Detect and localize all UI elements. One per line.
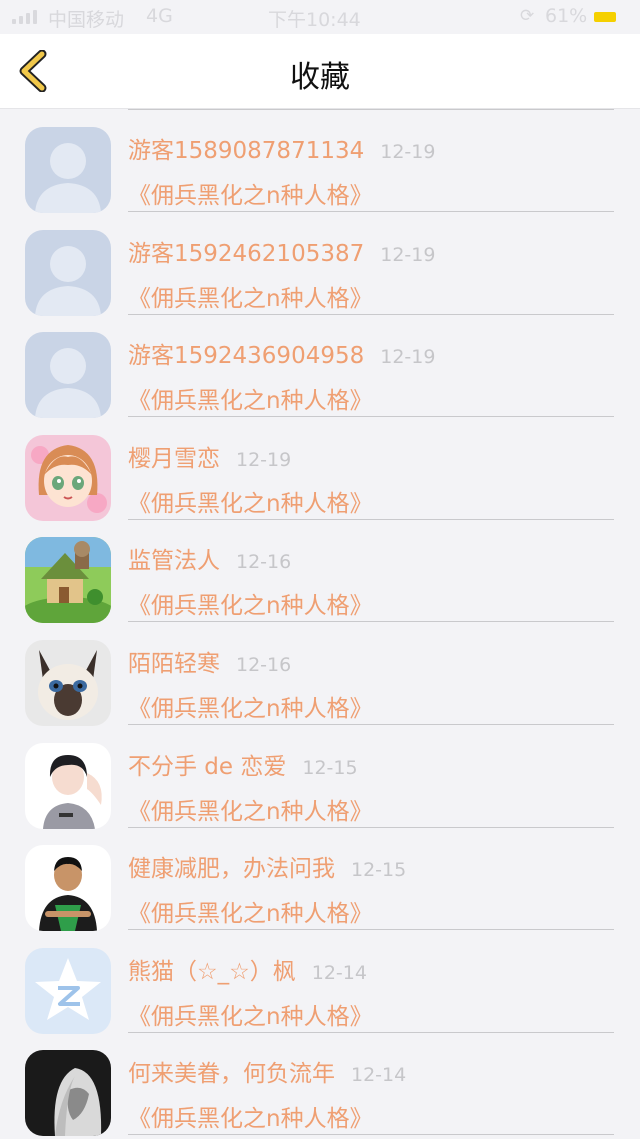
list-item[interactable]: 陌陌轻寒 12-16 《佣兵黑化之n种人格》 xyxy=(0,622,640,726)
book-title[interactable]: 《佣兵黑化之n种人格》 xyxy=(128,279,373,313)
list-item[interactable]: 游客1589087871134 12-19 《佣兵黑化之n种人格》 xyxy=(0,109,640,213)
book-title[interactable]: 《佣兵黑化之n种人格》 xyxy=(128,792,373,826)
battery-percent: 61% xyxy=(545,5,588,27)
favorite-date: 12-16 xyxy=(236,551,292,574)
list-item[interactable]: 樱月雪恋 12-19 《佣兵黑化之n种人格》 xyxy=(0,417,640,521)
page-title: 收藏 xyxy=(290,60,350,95)
status-time: 下午10:44 xyxy=(268,9,361,31)
user-name[interactable]: 樱月雪恋 xyxy=(128,446,220,472)
favorite-date: 12-16 xyxy=(236,654,292,676)
user-name[interactable]: 游客1592436904958 xyxy=(128,343,364,369)
divider xyxy=(128,1134,614,1136)
favorite-date: 12-19 xyxy=(236,448,292,471)
favorite-date: 12-15 xyxy=(302,756,358,779)
favorites-list: 游客1589087871134 12-19 《佣兵黑化之n种人格》 游客15924… xyxy=(0,109,640,1139)
favorite-date: 12-14 xyxy=(351,1064,407,1087)
avatar[interactable] xyxy=(25,640,111,726)
list-item[interactable]: 监管法人 12-16 《佣兵黑化之n种人格》 xyxy=(0,519,640,624)
signal-icon xyxy=(12,10,37,24)
favorite-date: 12-19 xyxy=(380,141,436,163)
book-title[interactable]: 《佣兵黑化之n种人格》 xyxy=(128,689,373,723)
avatar[interactable] xyxy=(25,845,111,932)
avatar[interactable] xyxy=(25,332,111,419)
user-name[interactable]: 健康减肥，办法问我 xyxy=(128,856,335,882)
nav-bar: 收藏 xyxy=(0,34,640,109)
network-type: 4G xyxy=(146,5,173,27)
avatar[interactable] xyxy=(25,127,111,213)
avatar[interactable] xyxy=(25,434,111,521)
book-title[interactable]: 《佣兵黑化之n种人格》 xyxy=(128,997,373,1031)
book-title[interactable]: 《佣兵黑化之n种人格》 xyxy=(128,484,373,518)
book-title[interactable]: 《佣兵黑化之n种人格》 xyxy=(128,381,373,415)
avatar[interactable] xyxy=(25,742,111,829)
status-bar: 中国移动 4G 下午10:44 ⟳ 61% xyxy=(0,0,640,34)
favorite-date: 12-19 xyxy=(380,346,436,369)
list-item[interactable]: 健康减肥，办法问我 12-15 《佣兵黑化之n种人格》 xyxy=(0,827,640,932)
favorite-date: 12-19 xyxy=(380,243,436,266)
book-title[interactable]: 《佣兵黑化之n种人格》 xyxy=(128,586,373,620)
book-title[interactable]: 《佣兵黑化之n种人格》 xyxy=(128,894,373,928)
rotation-lock-icon: ⟳ xyxy=(520,6,535,26)
avatar[interactable] xyxy=(25,229,111,316)
list-item[interactable]: 不分手 de 恋爱 12-15 《佣兵黑化之n种人格》 xyxy=(0,725,640,829)
user-name[interactable]: 游客1592462105387 xyxy=(128,241,364,267)
list-item[interactable]: 熊猫（☆_☆）枫 12-14 《佣兵黑化之n种人格》 xyxy=(0,930,640,1034)
list-item[interactable]: 游客1592462105387 12-19 《佣兵黑化之n种人格》 xyxy=(0,212,640,316)
favorite-date: 12-14 xyxy=(311,961,367,984)
avatar[interactable] xyxy=(25,1050,111,1137)
book-title[interactable]: 《佣兵黑化之n种人格》 xyxy=(128,1099,373,1133)
battery-icon xyxy=(594,12,616,22)
user-name[interactable]: 熊猫（☆_☆）枫 xyxy=(128,959,296,985)
list-item[interactable]: 何来美眷，何负流年 12-14 《佣兵黑化之n种人格》 xyxy=(0,1032,640,1137)
book-title[interactable]: 《佣兵黑化之n种人格》 xyxy=(128,176,373,210)
user-name[interactable]: 不分手 de 恋爱 xyxy=(128,754,286,780)
user-name[interactable]: 游客1589087871134 xyxy=(128,138,364,164)
user-name[interactable]: 监管法人 xyxy=(128,548,220,574)
user-name[interactable]: 陌陌轻寒 xyxy=(128,651,220,677)
list-item[interactable]: 游客1592436904958 12-19 《佣兵黑化之n种人格》 xyxy=(0,314,640,419)
avatar[interactable] xyxy=(25,537,111,624)
favorite-date: 12-15 xyxy=(351,859,407,882)
avatar[interactable] xyxy=(25,947,111,1034)
carrier-label: 中国移动 xyxy=(48,9,125,31)
user-name[interactable]: 何来美眷，何负流年 xyxy=(128,1061,335,1087)
